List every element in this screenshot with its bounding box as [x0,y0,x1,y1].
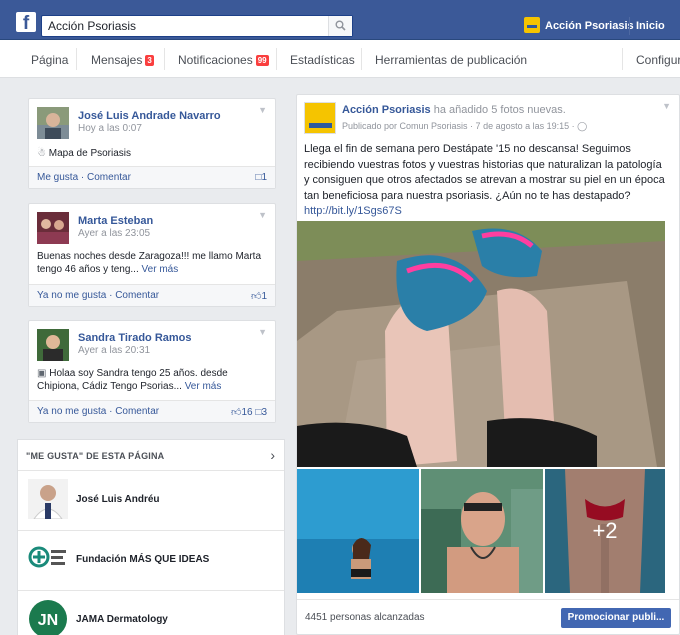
post-timestamp[interactable]: Hoy a las 0:07 [78,123,142,134]
like-comment-links[interactable]: Ya no me gusta · Comentar [37,406,159,417]
nav-divider [276,48,277,70]
post-footer: 4451 personas alcanzadas Promocionar pub… [297,599,679,635]
see-more-link[interactable]: Ver más [142,264,179,275]
post-thumbnail[interactable] [297,469,419,593]
chevron-down-icon[interactable]: ▼ [258,105,267,115]
liked-page-item[interactable]: JN JAMA Dermatology [18,590,284,635]
notifications-badge: 99 [255,55,269,66]
page-name-link[interactable]: Acción Psoriasis [545,20,634,32]
post-author-name[interactable]: Marta Esteban [78,215,153,227]
sidebar-post-card: José Luis Andrade Navarro Hoy a las 0:07… [28,98,276,189]
chevron-down-icon[interactable]: ▼ [258,327,267,337]
chevron-down-icon[interactable]: ▼ [258,210,267,220]
chevron-right-icon[interactable]: › [270,447,275,463]
post-body: ▣ Holaa soy Sandra tengo 25 años. desde … [37,367,267,393]
post-action-text: ha añadido 5 fotos nuevas. [433,104,566,116]
more-photos-overlay[interactable]: +2 [545,469,665,593]
tab-notificaciones[interactable]: Notificaciones 99 [178,53,269,67]
page-likes-panel: "ME GUSTA" DE ESTA PÁGINA › José Luis An… [17,439,285,635]
post-footer: Me gusta · Comentar □1 [29,166,275,188]
post-body-text: Llega el fin de semana pero Destápate '1… [304,143,665,202]
page-likes-header: "ME GUSTA" DE ESTA PÁGINA [26,451,165,461]
avatar[interactable]: JN [28,599,68,635]
avatar[interactable] [28,479,68,520]
post-timestamp[interactable]: Ayer a las 23:05 [78,228,150,239]
facebook-logo-icon[interactable]: f [16,12,36,32]
see-more-link[interactable]: Ver más [185,381,222,392]
post-header: Acción Psoriasis ha añadido 5 fotos nuev… [342,104,566,116]
post-footer: Ya no me gusta · Comentar 👍︎1 [29,284,275,306]
tab-mensajes[interactable]: Mensajes 3 [91,53,154,67]
like-comment-links[interactable]: Me gusta · Comentar [37,172,131,183]
tab-estadisticas[interactable]: Estadísticas [290,53,355,67]
liked-page-name[interactable]: Fundación MÁS QUE IDEAS [76,554,209,565]
liked-page-item[interactable]: José Luis Andréu [18,470,284,528]
post-thumbnail-more[interactable]: +2 [545,469,665,593]
search-button[interactable] [328,16,352,36]
post-body: ☃ Mapa de Psoriasis [37,147,267,160]
main-post-card: Acción Psoriasis ha añadido 5 fotos nuev… [296,94,680,635]
avatar[interactable] [37,329,69,361]
search-input[interactable]: Acción Psoriasis [41,15,353,37]
post-thumbnail[interactable] [421,469,543,593]
sidebar-post-card: Marta Esteban Ayer a las 23:05 ▼ Buenas … [28,203,276,307]
comment-count[interactable]: □1 [255,172,267,183]
liked-page-item[interactable]: Fundación MÁS QUE IDEAS [18,530,284,588]
liked-page-name[interactable]: José Luis Andréu [76,494,160,505]
promote-post-button[interactable]: Promocionar publi... [561,608,671,628]
messages-badge: 3 [145,55,154,66]
post-author-name[interactable]: Sandra Tirado Ramos [78,332,192,344]
page-avatar-icon[interactable] [524,17,540,33]
tab-configuracion[interactable]: Configura [636,53,680,67]
post-author-link[interactable]: Acción Psoriasis [342,104,431,116]
nav-divider [622,48,623,70]
search-icon [335,20,346,31]
photo-icon: ▣ [37,368,47,379]
sidebar-post-card: Sandra Tirado Ramos Ayer a las 20:31 ▼ ▣… [28,320,276,423]
home-link[interactable]: Inicio [636,20,665,32]
tab-herramientas[interactable]: Herramientas de publicación [375,53,527,67]
post-body-text: Mapa de Psoriasis [48,148,132,159]
nav-divider [76,48,77,70]
search-input-value[interactable]: Acción Psoriasis [48,19,136,33]
avatar[interactable] [37,107,69,139]
post-author-name[interactable]: José Luis Andrade Navarro [78,110,221,122]
like-comment-links[interactable]: Ya no me gusta · Comentar [37,290,159,301]
map-icon: ☃ [37,148,46,159]
like-count[interactable]: 👍︎1 [251,290,267,302]
post-timestamp[interactable]: Ayer a las 20:31 [78,345,150,356]
post-link[interactable]: http://bit.ly/1Sgs67S [304,205,402,217]
post-footer: Ya no me gusta · Comentar 👍︎16 □3 [29,400,275,422]
topbar-divider [629,17,630,35]
page-nav: Página Mensajes 3 Notificaciones 99 Estadí… [0,40,680,78]
reaction-counts[interactable]: 👍︎16 □3 [231,406,267,418]
globe-icon: ◯ [577,121,588,131]
nav-divider [164,48,165,70]
reach-count[interactable]: 4451 personas alcanzadas [305,612,425,623]
tab-pagina[interactable]: Página [31,53,68,67]
post-body: Buenas noches desde Zaragoza!!! me llamo… [37,250,267,276]
nav-divider [361,48,362,70]
top-bar: f Acción Psoriasis Acción Psoriasis Inic… [0,0,680,40]
svg-text:JN: JN [38,612,58,629]
post-main-photo[interactable] [297,221,665,467]
thumbs-up-icon: 👍︎ [231,407,242,418]
chevron-down-icon[interactable]: ▼ [662,101,671,111]
post-text: Llega el fin de semana pero Destápate '1… [304,142,668,220]
avatar[interactable] [37,212,69,244]
post-meta: Publicado por Comun Psoriasis · 7 de ago… [342,121,587,132]
liked-page-name[interactable]: JAMA Dermatology [76,614,168,625]
thumbs-up-icon: 👍︎ [250,291,262,302]
post-meta-text[interactable]: Publicado por Comun Psoriasis · 7 de ago… [342,121,575,131]
avatar[interactable] [28,539,68,579]
page-avatar[interactable] [304,102,336,134]
